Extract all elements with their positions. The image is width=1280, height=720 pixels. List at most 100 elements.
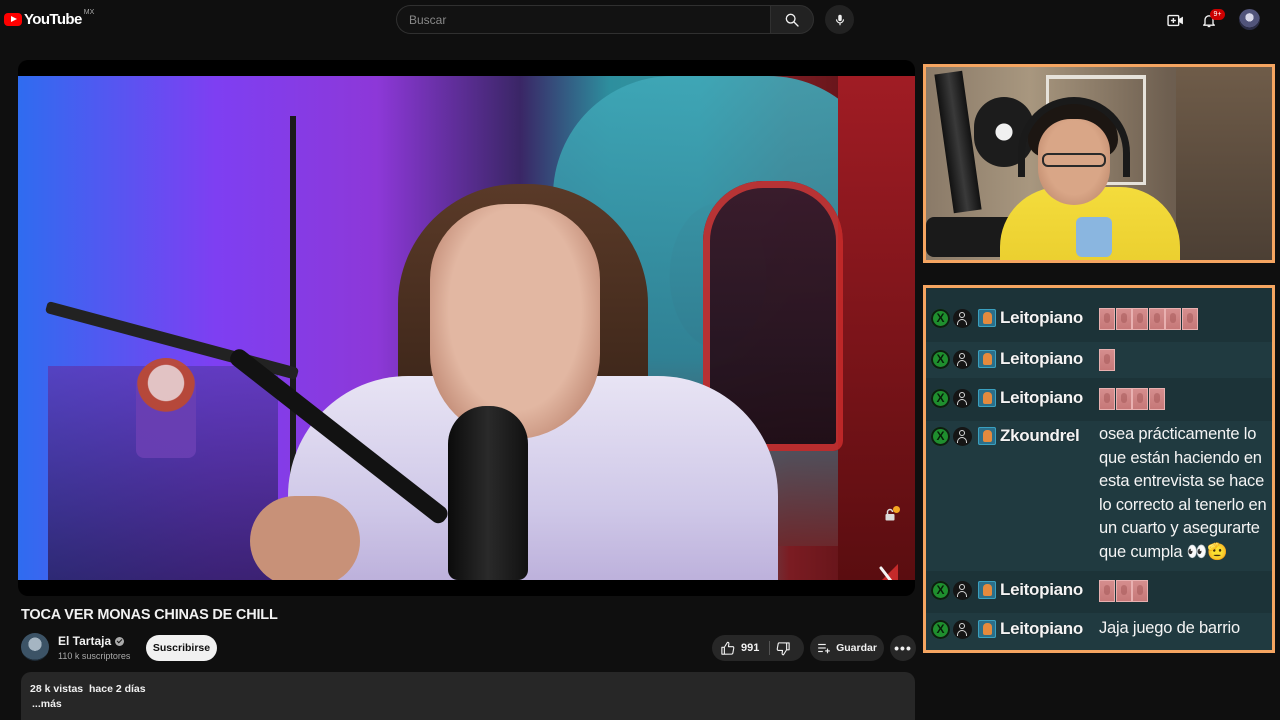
search-box bbox=[396, 5, 770, 34]
emote-icon bbox=[1132, 388, 1148, 410]
emote-group bbox=[1099, 349, 1116, 371]
notification-badge: 9+ bbox=[1210, 9, 1225, 20]
x-badge-icon: X bbox=[931, 309, 950, 328]
chat-message: X Zkoundrel osea prácticamente lo que es… bbox=[926, 421, 1272, 571]
youtube-play-icon bbox=[4, 13, 22, 26]
upload-date: hace 2 días bbox=[88, 683, 146, 695]
chat-message: X Leitopiano bbox=[926, 303, 1272, 337]
youtube-logo[interactable]: YouTube MX bbox=[4, 9, 95, 28]
description-stats: 28 k vistas hace 2 días bbox=[30, 683, 146, 695]
subscriber-badge-icon bbox=[978, 350, 996, 368]
search-button[interactable] bbox=[770, 5, 814, 34]
chat-message: X Leitopiano Jaja juego de barrio bbox=[926, 613, 1272, 650]
microphone bbox=[448, 406, 528, 580]
chat-message: X Leitopiano bbox=[926, 342, 1272, 378]
user-icon bbox=[953, 389, 972, 408]
subscriber-badge-icon bbox=[978, 581, 996, 599]
lock-icon[interactable] bbox=[884, 506, 900, 522]
view-count: 28 k vistas bbox=[30, 683, 84, 695]
x-badge-icon: X bbox=[931, 389, 950, 408]
channel-avatar[interactable] bbox=[21, 633, 49, 661]
voice-search-button[interactable] bbox=[825, 5, 854, 34]
like-button[interactable]: 991 bbox=[720, 635, 759, 661]
playlist-add-icon bbox=[818, 643, 830, 654]
user-icon bbox=[953, 350, 972, 369]
subscriber-badge-icon bbox=[978, 620, 996, 638]
top-bar: YouTube MX 9+ bbox=[0, 0, 1280, 40]
emote-icon bbox=[1099, 580, 1115, 602]
chat-message: X Leitopiano bbox=[926, 574, 1272, 610]
dislike-button[interactable] bbox=[776, 635, 791, 661]
create-icon bbox=[1166, 14, 1183, 26]
subscriber-count: 110 k suscriptores bbox=[58, 651, 131, 661]
video-frame[interactable] bbox=[18, 76, 915, 580]
tripod bbox=[290, 116, 296, 496]
channel-watermark-icon[interactable] bbox=[878, 562, 900, 580]
create-button[interactable] bbox=[1165, 10, 1185, 30]
emote-group bbox=[1099, 388, 1165, 410]
user-icon bbox=[953, 581, 972, 600]
emote-icon bbox=[1148, 308, 1165, 330]
user-icon bbox=[953, 620, 972, 639]
lock-indicator-dot bbox=[893, 506, 900, 513]
emote-icon bbox=[1099, 308, 1115, 330]
emote-icon bbox=[1115, 580, 1132, 602]
person-hand bbox=[250, 496, 360, 580]
user-icon bbox=[953, 427, 972, 446]
subscribe-button[interactable]: Suscribirse bbox=[146, 635, 217, 661]
mic-icon bbox=[835, 14, 844, 25]
emote-icon bbox=[1099, 388, 1115, 410]
more-actions-button[interactable]: ••• bbox=[890, 635, 916, 661]
emote-icon bbox=[1115, 308, 1132, 330]
emote-icon bbox=[1181, 308, 1198, 330]
logo-region: MX bbox=[83, 9, 95, 16]
chat-username: Leitopiano bbox=[1000, 619, 1083, 638]
verified-icon bbox=[115, 636, 125, 646]
save-label: Guardar bbox=[836, 642, 877, 654]
subscriber-badge-icon bbox=[978, 427, 996, 445]
like-divider bbox=[769, 641, 770, 655]
chat-username: Leitopiano bbox=[1000, 388, 1083, 407]
emote-group bbox=[1099, 580, 1149, 602]
x-badge-icon: X bbox=[931, 581, 950, 600]
subscriber-badge-icon bbox=[978, 389, 996, 407]
emote-icon bbox=[1132, 580, 1148, 602]
emote-group bbox=[1099, 308, 1198, 330]
chat-text: osea prácticamente lo que están haciendo… bbox=[1099, 425, 1267, 561]
emote-icon bbox=[1115, 388, 1132, 410]
background-wall bbox=[838, 76, 915, 580]
chat-message: X Leitopiano bbox=[926, 382, 1272, 418]
chat-username: Leitopiano bbox=[1000, 580, 1083, 599]
subscriber-badge-icon bbox=[978, 309, 996, 327]
logo-text: YouTube bbox=[24, 11, 82, 28]
thumbs-down-icon bbox=[776, 641, 790, 655]
show-more-link[interactable]: ...más bbox=[32, 698, 62, 710]
search-icon bbox=[785, 13, 799, 27]
search-input[interactable] bbox=[407, 12, 761, 28]
save-button[interactable]: Guardar bbox=[810, 635, 884, 661]
chat-username: Leitopiano bbox=[1000, 349, 1083, 368]
webcam-shirt-print bbox=[1076, 217, 1112, 257]
emote-icon bbox=[1099, 349, 1115, 371]
x-badge-icon: X bbox=[931, 350, 950, 369]
figurine bbox=[136, 358, 196, 458]
channel-name[interactable]: El Tartaja bbox=[58, 634, 111, 648]
webcam-overlay bbox=[923, 64, 1275, 263]
x-badge-icon: X bbox=[931, 427, 950, 446]
chat-username: Leitopiano bbox=[1000, 308, 1083, 327]
video-title: TOCA VER MONAS CHINAS DE CHILL bbox=[21, 607, 278, 623]
video-player[interactable] bbox=[18, 60, 915, 596]
webcam-side-wall bbox=[1176, 67, 1272, 260]
emote-icon bbox=[1165, 308, 1181, 330]
emote-icon bbox=[1148, 388, 1165, 410]
emote-icon bbox=[1132, 308, 1148, 330]
like-dislike-group: 991 bbox=[712, 635, 804, 661]
channel-name-row[interactable]: El Tartaja bbox=[58, 634, 125, 648]
like-count: 991 bbox=[741, 642, 760, 654]
chat-overlay: X Leitopiano X Leitopiano X Leitopiano X… bbox=[923, 285, 1275, 653]
description-box[interactable]: 28 k vistas hace 2 días ...más bbox=[21, 672, 915, 720]
person-face bbox=[430, 204, 600, 439]
chat-username: Zkoundrel bbox=[1000, 426, 1080, 445]
avatar[interactable] bbox=[1239, 9, 1260, 30]
thumbs-up-icon bbox=[721, 641, 735, 655]
